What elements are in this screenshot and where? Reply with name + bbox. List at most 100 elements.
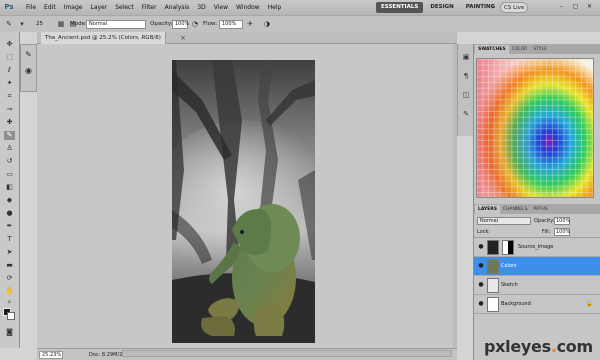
menu-filter[interactable]: Filter [138, 0, 161, 15]
tab-paths[interactable]: PATHS [531, 205, 551, 214]
tab-channels[interactable]: CHANNELS [500, 205, 531, 214]
masks-panel-icon[interactable]: ◫ [460, 89, 472, 101]
menu-view[interactable]: View [210, 0, 232, 15]
layer-name[interactable]: Sketch [501, 276, 518, 295]
zoom-tool-icon[interactable]: ⌕ [4, 298, 15, 307]
menu-window[interactable]: Window [232, 0, 264, 15]
eye-icon[interactable]: ● [477, 300, 485, 308]
layers-panel-tabs: LAYERS CHANNELS PATHS [474, 204, 600, 214]
layer-opacity-input[interactable]: 100% [554, 217, 570, 225]
layers-controls: Normal Opacity: 100% Lock: Fill: 100% [474, 214, 600, 238]
fill-label: Fill: [542, 229, 551, 235]
blend-mode-select[interactable]: Normal [86, 20, 146, 29]
maximize-button[interactable]: ▢ [570, 2, 581, 11]
brush-presets-strip: ✎ ◉ [20, 44, 37, 92]
chevron-down-icon[interactable]: ▾ [17, 19, 27, 30]
quick-select-tool-icon[interactable]: ✦ [4, 79, 15, 88]
watermark-suffix: com [556, 337, 594, 356]
paragraph-panel-icon[interactable]: ¶ [460, 70, 472, 82]
tab-swatches[interactable]: SWATCHES [475, 45, 509, 54]
menu-3d[interactable]: 3D [193, 0, 209, 15]
toolbox: ✥ ⬚ ℓ ✦ ⌗ ⊸ ✚ ✎ ♙ ↺ ▭ ◧ ◆ ● ✒ T ➤ ▬ ⟳ ✋ … [0, 32, 20, 348]
layer-name[interactable]: Colors [501, 257, 517, 276]
3d-rotate-tool-icon[interactable]: ⟳ [4, 274, 15, 283]
swatch-grid[interactable] [476, 58, 594, 198]
history-brush-tool-icon[interactable]: ↺ [4, 157, 15, 166]
fill-input[interactable]: 100% [554, 228, 570, 236]
layer-thumbnail [487, 240, 499, 255]
move-tool-icon[interactable]: ✥ [4, 40, 15, 49]
workspace-design-button[interactable]: DESIGN [425, 2, 458, 13]
pxleyes-watermark: pxleyes.com [484, 337, 593, 356]
layer-name[interactable]: Source_Image [518, 238, 553, 257]
pen-tool-icon[interactable]: ✒ [4, 222, 15, 231]
menu-select[interactable]: Select [111, 0, 138, 15]
swatches-panel-tabs: SWATCHES COLOR STYLE [474, 44, 600, 54]
brush-size-label[interactable]: 25 [36, 19, 43, 30]
clone-source-icon[interactable]: ◉ [22, 64, 35, 77]
canvas-artwork [172, 60, 315, 343]
eyedropper-tool-icon[interactable]: ⊸ [4, 105, 15, 114]
tablet-pressure-icon[interactable]: ◔ [190, 19, 200, 30]
type-tool-icon[interactable]: T [4, 235, 15, 244]
brush-tool-preset-icon[interactable]: ✎ [4, 19, 14, 30]
mode-label: Mode: [70, 21, 87, 27]
menu-help[interactable]: Help [264, 0, 286, 15]
marquee-tool-icon[interactable]: ⬚ [4, 53, 15, 62]
brush-panel-icon[interactable]: ▦ [56, 19, 66, 30]
layer-blend-mode-select[interactable]: Normal [477, 217, 531, 225]
hand-tool-icon[interactable]: ✋ [4, 287, 15, 296]
quick-mask-icon[interactable]: ◙ [4, 328, 15, 337]
opacity-label: Opacity: [150, 21, 173, 27]
brush-presets-icon[interactable]: ✎ [22, 48, 35, 61]
dodge-tool-icon[interactable]: ● [4, 209, 15, 218]
close-window-button[interactable]: ✕ [584, 2, 595, 11]
path-select-tool-icon[interactable]: ➤ [4, 248, 15, 257]
horizontal-scrollbar[interactable] [122, 350, 452, 357]
eye-icon[interactable]: ● [477, 262, 485, 270]
menu-layer[interactable]: Layer [86, 0, 111, 15]
eye-icon[interactable]: ● [477, 243, 485, 251]
menu-bar: Ps File Edit Image Layer Select Filter A… [0, 0, 600, 15]
layer-mask-thumbnail[interactable] [502, 240, 514, 255]
adjustments-panel-icon[interactable]: ▣ [460, 51, 472, 63]
layer-name[interactable]: Background [501, 295, 531, 314]
document-tab[interactable]: The_Ancient.psd @ 25.2% (Colors, RGB/8) [41, 32, 166, 44]
tab-layers[interactable]: LAYERS [475, 205, 500, 214]
close-icon[interactable]: × [180, 32, 186, 44]
stamp-tool-icon[interactable]: ♙ [4, 144, 15, 153]
tab-styles[interactable]: STYLE [530, 45, 550, 54]
history-panel-icon[interactable]: ✎ [460, 108, 472, 120]
airbrush-icon[interactable]: ✈ [245, 19, 255, 30]
tablet-size-icon[interactable]: ◑ [262, 19, 272, 30]
search-icon[interactable]: ⌕ [487, 2, 499, 13]
lasso-tool-icon[interactable]: ℓ [4, 66, 15, 75]
layer-row[interactable]: ● Colors [474, 257, 600, 276]
background-color-swatch[interactable] [7, 312, 15, 320]
layer-row[interactable]: ● Sketch [474, 276, 600, 295]
healing-tool-icon[interactable]: ✚ [4, 118, 15, 127]
layer-row[interactable]: ● Source_Image [474, 238, 600, 257]
workspace-essentials-button[interactable]: ESSENTIALS [376, 2, 424, 13]
brush-tool-icon[interactable]: ✎ [4, 131, 15, 140]
layer-row[interactable]: ● Background 🔒 [474, 295, 600, 314]
menu-image[interactable]: Image [60, 0, 87, 15]
eye-icon[interactable]: ● [477, 281, 485, 289]
gradient-tool-icon[interactable]: ◧ [4, 183, 15, 192]
opacity-input[interactable]: 100% [172, 20, 189, 29]
document-canvas[interactable] [172, 60, 315, 343]
tab-color[interactable]: COLOR [509, 45, 531, 54]
document-tab-bar: The_Ancient.psd @ 25.2% (Colors, RGB/8) … [37, 32, 457, 44]
shape-tool-icon[interactable]: ▬ [4, 261, 15, 270]
menu-file[interactable]: File [22, 0, 40, 15]
layer-thumbnail [487, 278, 499, 293]
minimize-button[interactable]: – [556, 2, 567, 11]
cs-live-button[interactable]: CS Live [500, 2, 529, 13]
crop-tool-icon[interactable]: ⌗ [4, 92, 15, 101]
blur-tool-icon[interactable]: ◆ [4, 196, 15, 205]
menu-analysis[interactable]: Analysis [161, 0, 194, 15]
zoom-level-input[interactable]: 25.23% [39, 351, 63, 359]
menu-edit[interactable]: Edit [40, 0, 60, 15]
eraser-tool-icon[interactable]: ▭ [4, 170, 15, 179]
flow-input[interactable]: 100% [219, 20, 243, 29]
